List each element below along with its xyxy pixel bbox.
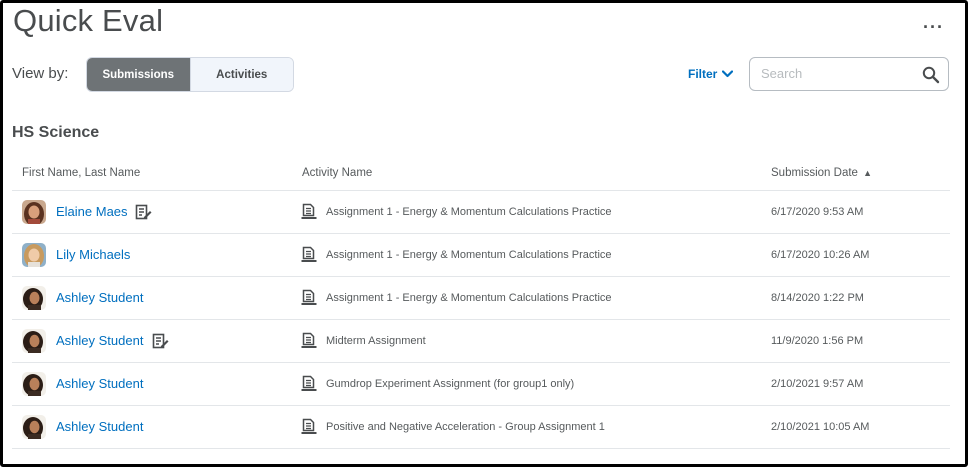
filter-label: Filter — [688, 67, 718, 81]
column-header-activity[interactable]: Activity Name — [302, 167, 372, 179]
avatar-ashley — [22, 415, 46, 439]
table-row: Ashley Student Midterm Assignment 11/9/202… — [12, 320, 950, 363]
table-row: Ashley Student Assignment 1 - Energy & Mo… — [12, 277, 950, 320]
activity-name: Assignment 1 - Energy & Momentum Calcula… — [326, 206, 612, 218]
sort-ascending-icon[interactable]: ▲ — [863, 168, 872, 178]
assignment-icon — [301, 246, 317, 263]
assignment-icon — [301, 418, 317, 435]
assignment-icon — [301, 332, 317, 349]
student-name-link[interactable]: Ashley Student — [56, 333, 143, 348]
submissions-table: First Name, Last Name Activity Name Subm… — [12, 153, 950, 449]
quick-eval-page: Quick Eval ··· View by: Submissions Acti… — [0, 0, 968, 467]
table-header: First Name, Last Name Activity Name Subm… — [12, 153, 950, 191]
submission-date: 11/9/2020 1:56 PM — [771, 335, 864, 347]
table-row: Lily Michaels Assignment 1 - Energy & Mom… — [12, 234, 950, 277]
avatar-ashley — [22, 329, 46, 353]
assignment-icon — [301, 289, 317, 306]
view-by-label: View by: — [12, 65, 69, 82]
activity-name: Assignment 1 - Energy & Momentum Calcula… — [326, 249, 612, 261]
search-icon[interactable] — [922, 66, 940, 84]
column-header-name[interactable]: First Name, Last Name — [22, 167, 140, 179]
search-input[interactable] — [761, 66, 911, 81]
student-name-link[interactable]: Ashley Student — [56, 419, 143, 434]
student-name-link[interactable]: Lily Michaels — [56, 247, 130, 262]
more-options-button[interactable]: ··· — [923, 18, 944, 36]
submission-date: 8/14/2020 1:22 PM — [771, 292, 864, 304]
table-row: Ashley Student Positive and Negative Acce… — [12, 406, 950, 449]
page-title: Quick Eval — [13, 3, 164, 38]
assignment-icon — [301, 203, 317, 220]
avatar-elaine — [22, 200, 46, 224]
draft-feedback-icon[interactable] — [135, 204, 152, 221]
table-body: Elaine Maes Assignment 1 - Energy & Momen… — [12, 191, 950, 449]
student-name-link[interactable]: Elaine Maes — [56, 204, 128, 219]
submission-date: 6/17/2020 9:53 AM — [771, 206, 864, 218]
column-header-date-label: Submission Date — [771, 167, 858, 179]
submissions-tab[interactable]: Submissions — [87, 58, 190, 91]
search-box — [749, 57, 949, 91]
draft-feedback-icon[interactable] — [152, 333, 169, 350]
column-header-date[interactable]: Submission Date ▲ — [771, 167, 872, 179]
submission-date: 2/10/2021 10:05 AM — [771, 421, 870, 433]
activity-name: Gumdrop Experiment Assignment (for group… — [326, 378, 575, 390]
avatar-ashley — [22, 286, 46, 310]
table-row: Ashley Student Gumdrop Experiment Assignm… — [12, 363, 950, 406]
activity-name: Assignment 1 - Energy & Momentum Calcula… — [326, 292, 612, 304]
avatar-lily — [22, 243, 46, 267]
chevron-down-icon — [722, 70, 734, 78]
activities-tab[interactable]: Activities — [189, 58, 293, 91]
student-name-link[interactable]: Ashley Student — [56, 376, 143, 391]
avatar-ashley — [22, 372, 46, 396]
assignment-icon — [301, 375, 317, 392]
student-name-link[interactable]: Ashley Student — [56, 290, 143, 305]
activity-name: Midterm Assignment — [326, 335, 426, 347]
view-by-toggle: Submissions Activities — [86, 57, 294, 92]
section-title: HS Science — [12, 124, 100, 141]
submission-date: 6/17/2020 10:26 AM — [771, 249, 870, 261]
table-row: Elaine Maes Assignment 1 - Energy & Momen… — [12, 191, 950, 234]
submission-date: 2/10/2021 9:57 AM — [771, 378, 864, 390]
filter-button[interactable]: Filter — [688, 67, 734, 81]
activity-name: Positive and Negative Acceleration - Gro… — [326, 421, 605, 433]
